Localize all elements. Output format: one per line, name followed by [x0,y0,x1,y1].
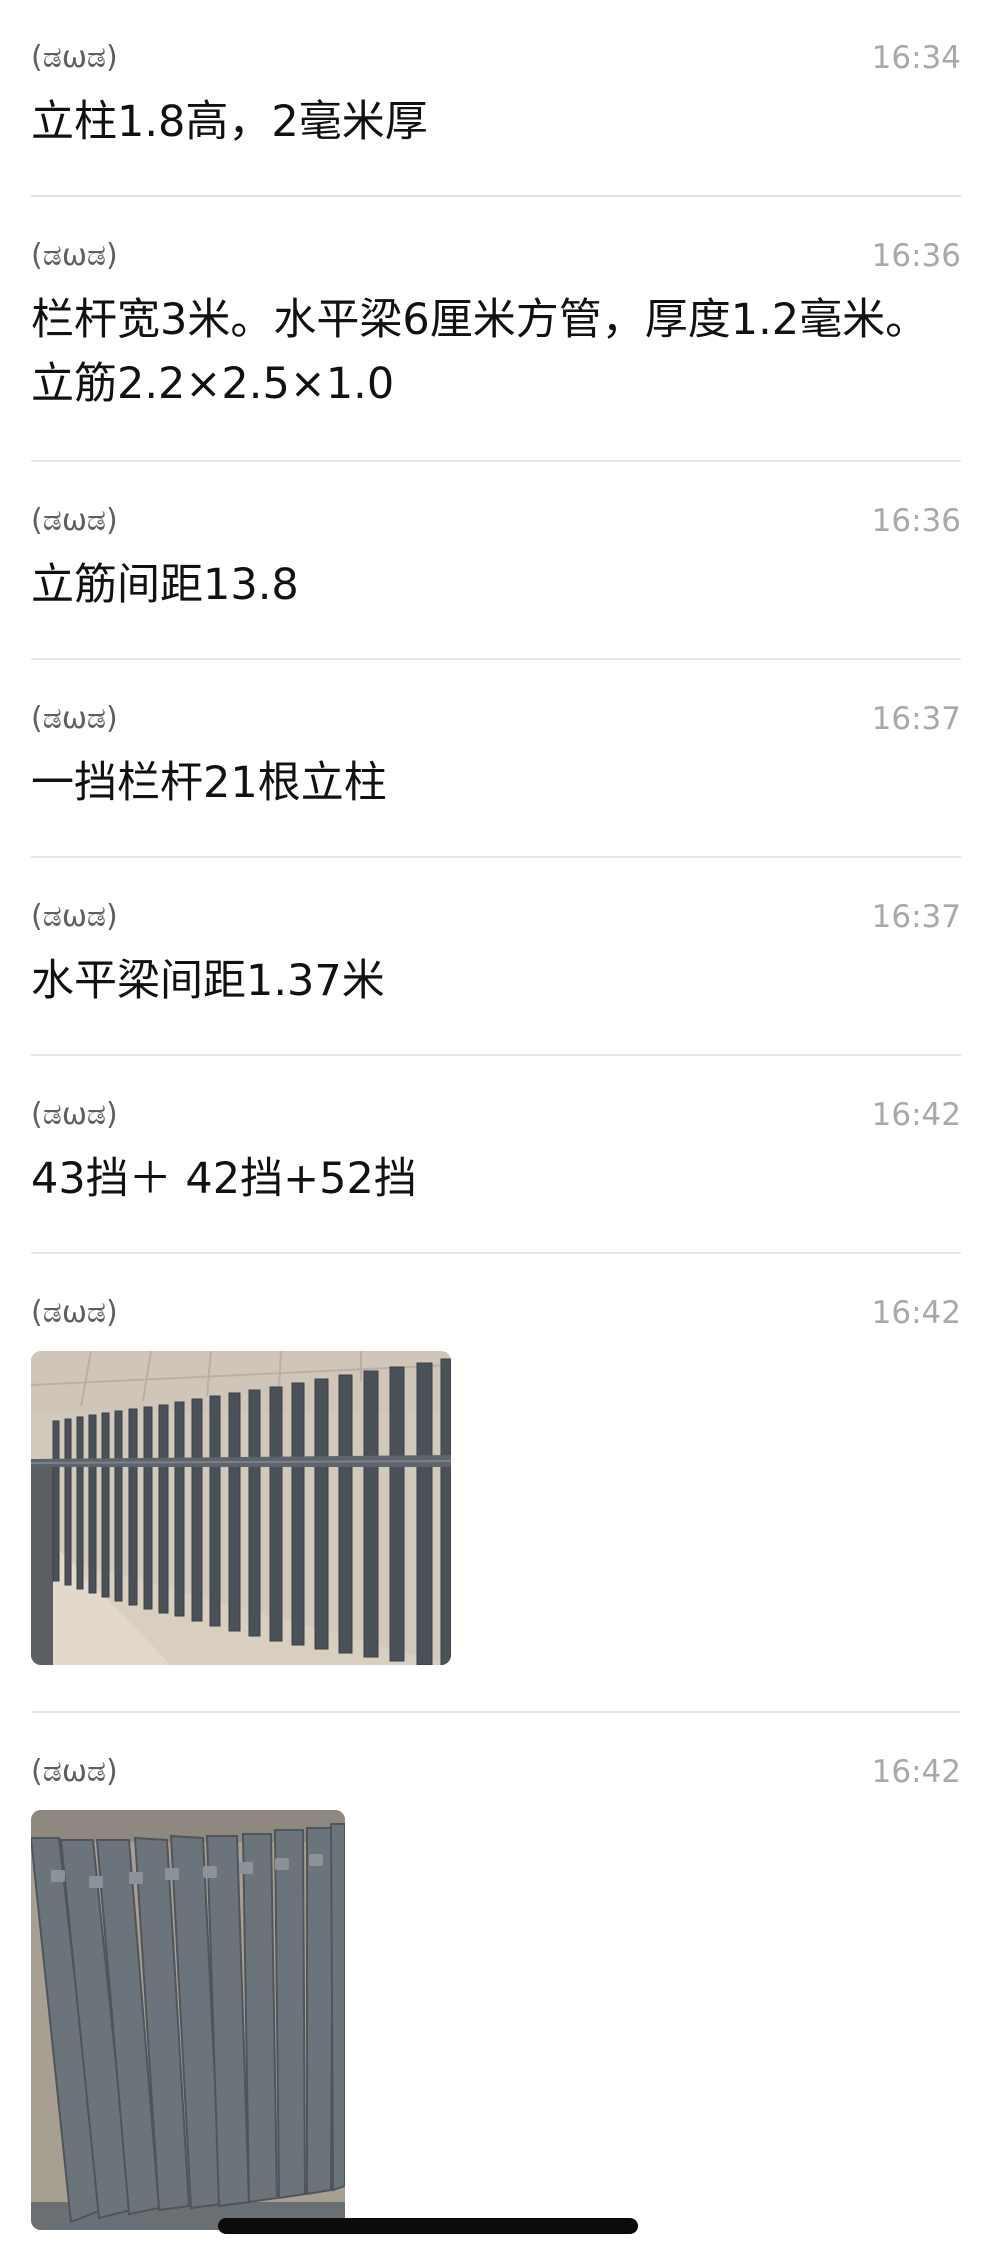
chat-message[interactable]: (ಡωಡ) 16:36 立筋间距13.8 [31,501,961,621]
chat-message[interactable]: (ಡωಡ) 16:36 栏杆宽3米。水平梁6厘米方管，厚度1.2毫米。立筋2.2… [31,236,961,416]
chat-message[interactable]: (ಡωಡ) 16:42 43挡＋ 42挡+52挡 [31,1095,961,1215]
message-text: 水平梁间距1.37米 [31,956,385,1006]
photo-fence-posts-stacked[interactable] [31,1810,345,2230]
message-sender: (ಡωಡ) [31,1754,118,1789]
message-sender: (ಡωಡ) [31,701,118,736]
message-time: 16:37 [871,701,961,737]
message-sender: (ಡωಡ) [31,899,118,934]
message-text: 栏杆宽3米。水平梁6厘米方管，厚度1.2毫米。立筋2.2×2.5×1.0 [31,295,929,409]
message-sender: (ಡωಡ) [31,1295,118,1330]
message-time: 16:36 [871,238,961,274]
message-divider [31,856,961,858]
chat-message[interactable]: (ಡωಡ) 16:42 [31,1752,961,2230]
chat-message[interactable]: (ಡωಡ) 16:42 [31,1293,961,1673]
message-text: 一挡栏杆21根立柱 [31,758,387,808]
message-text: 立筋间距13.8 [31,560,299,610]
message-divider [31,1711,961,1713]
message-sender: (ಡωಡ) [31,238,118,273]
chat-message[interactable]: (ಡωಡ) 16:37 水平梁间距1.37米 [31,897,961,1017]
message-divider [31,460,961,462]
photo-fence-installed[interactable] [31,1351,451,1665]
message-time: 16:37 [871,899,961,935]
message-divider [31,1252,961,1254]
message-divider [31,195,961,197]
message-divider [31,1054,961,1056]
message-time: 16:42 [871,1097,961,1133]
message-time: 16:34 [871,40,961,76]
message-time: 16:42 [871,1295,961,1331]
message-sender: (ಡωಡ) [31,1097,118,1132]
message-text: 43挡＋ 42挡+52挡 [31,1154,417,1204]
message-sender: (ಡωಡ) [31,40,118,75]
home-indicator[interactable] [218,2218,638,2234]
message-time: 16:36 [871,503,961,539]
message-time: 16:42 [871,1754,961,1790]
message-divider [31,658,961,660]
chat-message[interactable]: (ಡωಡ) 16:34 立柱1.8高，2毫米厚 [31,38,961,158]
message-text: 立柱1.8高，2毫米厚 [31,97,428,147]
chat-message[interactable]: (ಡωಡ) 16:37 一挡栏杆21根立柱 [31,699,961,819]
message-sender: (ಡωಡ) [31,503,118,538]
